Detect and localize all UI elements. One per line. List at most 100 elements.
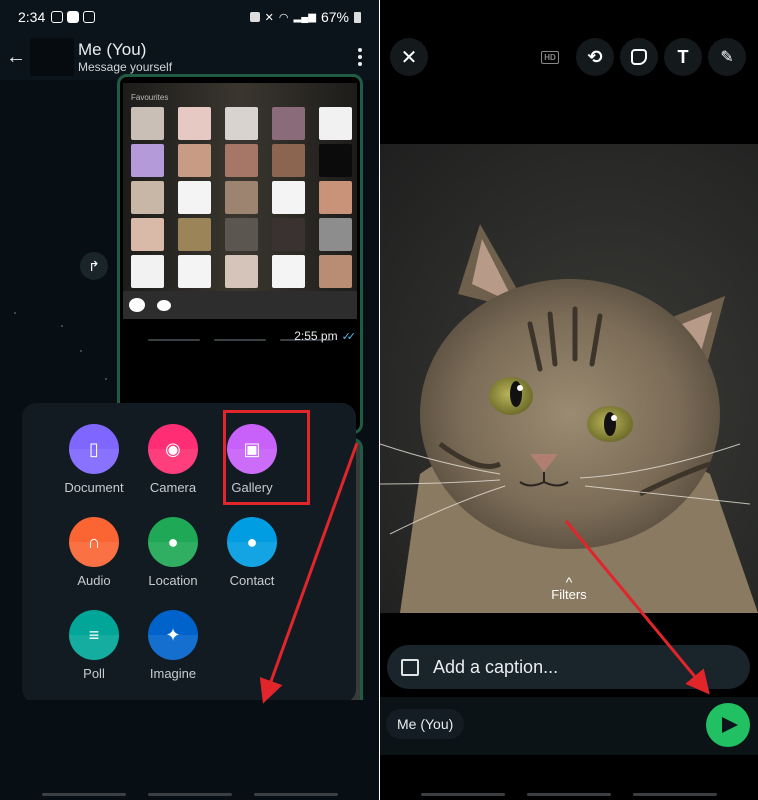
sticker-message-bubble[interactable]: Favourites 2:55 pm ✓✓	[117, 74, 363, 434]
sticker-button[interactable]	[620, 38, 658, 76]
avatar[interactable]	[30, 38, 74, 76]
attach-item-contact[interactable]: ● Contact	[212, 517, 292, 588]
sticker-thumbnail	[131, 218, 164, 251]
attach-circle: ▣	[227, 424, 277, 474]
forward-button[interactable]: ↱	[80, 252, 108, 280]
chat-title: Me (You)	[78, 40, 147, 59]
recipient-chip[interactable]: Me (You)	[386, 709, 465, 739]
text-tool-button[interactable]: T	[664, 38, 702, 76]
forward-icon: ↱	[88, 257, 100, 274]
chat-subtitle: Message yourself	[78, 60, 173, 74]
add-image-icon[interactable]	[401, 658, 419, 676]
attach-label: Camera	[149, 480, 197, 495]
battery-percent: 67%	[320, 9, 349, 25]
filters-button[interactable]: ^ Filters	[380, 575, 758, 602]
attach-item-poll[interactable]: ≡ Poll	[54, 610, 134, 681]
sticker-thumbnail	[178, 144, 211, 177]
battery-saver-icon	[249, 12, 260, 22]
sticker-tray	[123, 291, 357, 319]
attach-item-imagine[interactable]: ✦ Imagine	[133, 610, 213, 681]
text-icon: T	[677, 46, 689, 67]
attach-item-audio[interactable]: ∩ Audio	[54, 517, 134, 588]
attach-label: Audio	[77, 573, 111, 588]
send-button[interactable]	[706, 703, 750, 747]
read-ticks-icon: ✓✓	[341, 330, 357, 343]
linkedin-icon	[67, 11, 80, 23]
system-nav-bar	[380, 755, 758, 800]
attach-item-camera[interactable]: ◉ Camera	[133, 424, 213, 495]
chat-title-block[interactable]: Me (You) Message yourself	[78, 40, 172, 74]
attach-circle: ▯	[69, 424, 119, 474]
nav-recent[interactable]	[41, 793, 126, 796]
back-button[interactable]: ←	[2, 34, 30, 80]
chat-area: ↱ Favourites 2:55 pm ✓✓ ▯ Document ◉ Camera…	[0, 74, 379, 800]
close-icon: ✕	[400, 46, 418, 69]
sticker-thumbnail	[131, 255, 164, 288]
attach-item-document[interactable]: ▯ Document	[54, 424, 134, 495]
instagram-icon	[51, 11, 64, 23]
more-vertical-icon	[358, 48, 362, 52]
crop-rotate-button[interactable]: ⟲	[576, 38, 614, 76]
caption-bar	[387, 645, 750, 689]
arrow-left-icon: ←	[6, 45, 26, 68]
editor-toolbar: ✕ HD ⟲ T ✎	[380, 38, 758, 82]
sticker-thumbnail	[272, 255, 305, 288]
chat-screen: 2:34 ✕ ◠ ▂▄▆ 67% ← Me (You) Message your…	[0, 0, 379, 800]
nav-home[interactable]	[527, 793, 611, 796]
wifi-icon: ◠	[278, 11, 289, 24]
filters-label: Filters	[551, 587, 587, 602]
attach-circle: ∩	[69, 517, 119, 567]
send-icon	[722, 717, 738, 733]
attach-item-gallery[interactable]: ▣ Gallery	[212, 424, 292, 495]
more-options-button[interactable]	[357, 48, 363, 66]
sticker-thumbnail	[225, 218, 258, 251]
sticker-icon	[631, 49, 647, 65]
sticker-thumbnail	[319, 255, 352, 288]
attach-label: Location	[148, 573, 198, 588]
media-editor-screen: ✕ HD ⟲ T ✎ ^ Filters Add a caption... Me…	[380, 0, 758, 800]
nav-recent[interactable]	[421, 793, 505, 796]
draw-button[interactable]: ✎	[708, 38, 746, 76]
attach-circle: ●	[148, 517, 198, 567]
sticker-thumbnail	[178, 107, 211, 140]
sticker-thumbnail	[272, 144, 305, 177]
battery-icon	[354, 11, 361, 23]
nav-back[interactable]	[253, 793, 338, 796]
attach-label: Contact	[229, 573, 275, 588]
gallery-icon: ▣	[243, 438, 261, 459]
sticker-thumbnail	[131, 107, 164, 140]
attach-label: Poll	[83, 666, 105, 681]
nav-home[interactable]	[147, 793, 232, 796]
attach-label: Document	[64, 480, 124, 495]
sticker-thumbnail	[225, 144, 258, 177]
document-icon: ▯	[89, 438, 99, 459]
attach-item-location[interactable]: ● Location	[133, 517, 213, 588]
caption-input[interactable]	[433, 656, 713, 678]
sticker-thumbnail	[225, 255, 258, 288]
sticker-blob	[129, 298, 145, 312]
attach-label: Imagine	[149, 666, 197, 681]
sticker-thumbnail	[272, 181, 305, 214]
sticker-thumbnail	[225, 107, 258, 140]
sticker-screenshot: Favourites	[123, 83, 357, 301]
signal-icon: ▂▄▆	[293, 11, 316, 23]
person-icon: ●	[246, 531, 258, 552]
sticker-blob	[157, 299, 171, 311]
status-time: 2:34	[18, 9, 46, 25]
sticker-thumbnail	[225, 181, 258, 214]
attach-circle: ✦	[148, 610, 198, 660]
cat-photo[interactable]	[380, 144, 758, 613]
hd-button[interactable]: HD	[531, 38, 569, 76]
nav-back[interactable]	[633, 793, 717, 796]
mute-icon: ✕	[264, 11, 274, 24]
message-time: 2:55 pm	[294, 329, 338, 343]
close-button[interactable]: ✕	[390, 38, 428, 76]
imagine-icon: ✦	[165, 624, 181, 645]
location-pin-icon: ●	[167, 531, 179, 552]
wallpaper-dot	[80, 350, 82, 352]
sticker-thumbnail	[178, 181, 211, 214]
poll-icon: ≡	[88, 624, 100, 645]
camera-icon: ◉	[165, 438, 181, 459]
hd-icon: HD	[541, 50, 559, 64]
system-nav-bar	[0, 700, 379, 800]
